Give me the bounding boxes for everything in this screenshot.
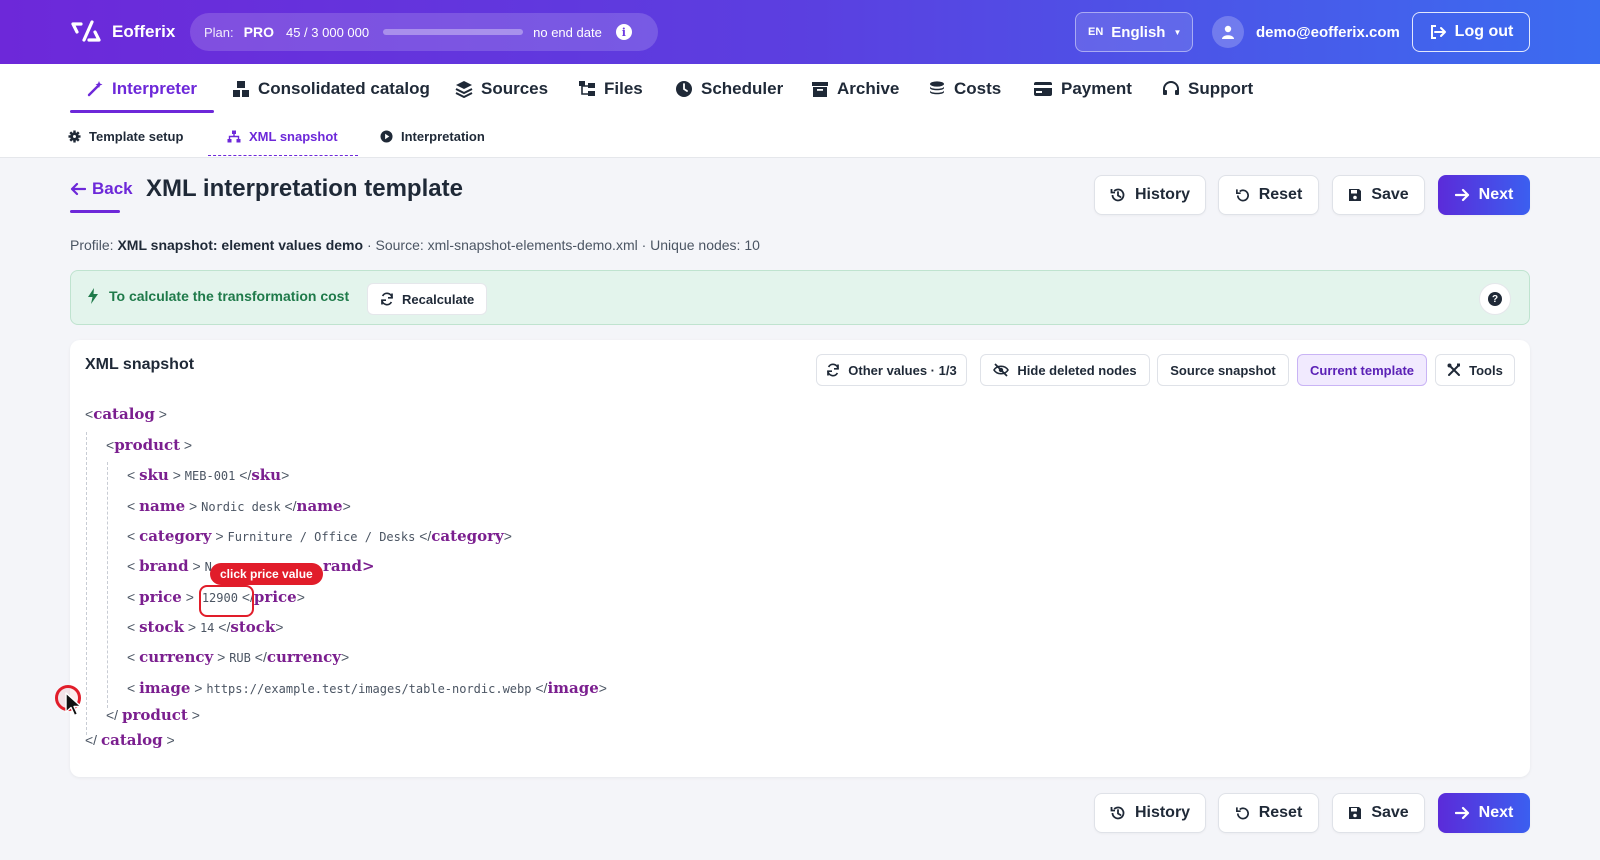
xml-node-brand[interactable]: < brand > N bbox=[127, 557, 212, 575]
xml-node-catalog-open[interactable]: < catalog > bbox=[85, 405, 167, 423]
xml-node-currency[interactable]: < currency > RUB </currency > bbox=[127, 648, 349, 666]
xml-tag: price bbox=[139, 588, 182, 606]
mouse-pointer-icon bbox=[65, 692, 82, 717]
price-value-highlight bbox=[199, 585, 254, 617]
indent-guide bbox=[107, 462, 108, 708]
xml-tag: sku bbox=[139, 466, 169, 484]
arrow-right-icon bbox=[1454, 806, 1469, 820]
xml-node-brand-close: rand> bbox=[323, 557, 375, 575]
xml-node-product-close[interactable]: </ product > bbox=[106, 706, 200, 724]
xml-node-product-open[interactable]: < product > bbox=[106, 436, 192, 454]
xml-tag: catalog bbox=[100, 731, 163, 749]
xml-node-category[interactable]: < category > Furniture / Office / Desks … bbox=[127, 527, 512, 545]
xml-tag: category bbox=[431, 527, 504, 545]
xml-tag: currency bbox=[139, 648, 214, 666]
click-hint-tooltip: click price value bbox=[210, 563, 323, 585]
xml-tag-fragment: rand> bbox=[323, 557, 375, 575]
xml-value[interactable]: Furniture / Office / Desks bbox=[227, 530, 415, 544]
xml-tag: brand bbox=[139, 557, 189, 575]
indent-guide bbox=[86, 432, 87, 735]
reset-button-bottom[interactable]: Reset bbox=[1218, 793, 1319, 833]
xml-tree: < catalog > < product > < sku > MEB-001 </… bbox=[0, 0, 1600, 860]
history-label: History bbox=[1134, 804, 1191, 821]
xml-value[interactable]: Nordic desk bbox=[201, 500, 280, 514]
reset-icon bbox=[1235, 806, 1249, 819]
save-label: Save bbox=[1371, 804, 1409, 821]
xml-value[interactable]: MEB-001 bbox=[185, 469, 236, 483]
xml-tag: name bbox=[139, 497, 186, 515]
xml-value[interactable]: 14 bbox=[200, 621, 214, 635]
reset-label: Reset bbox=[1258, 804, 1303, 821]
next-label: Next bbox=[1478, 804, 1514, 821]
next-button-bottom[interactable]: Next bbox=[1438, 793, 1530, 833]
xml-tag: image bbox=[547, 679, 599, 697]
xml-tag: name bbox=[296, 497, 343, 515]
xml-tag: stock bbox=[230, 618, 276, 636]
xml-tag: sku bbox=[251, 466, 282, 484]
save-icon bbox=[1349, 807, 1362, 819]
xml-node-sku[interactable]: < sku > MEB-001 </sku > bbox=[127, 466, 289, 484]
xml-tag: price bbox=[253, 588, 297, 606]
xml-node-name[interactable]: < name > Nordic desk </name > bbox=[127, 497, 351, 515]
xml-tag: category bbox=[139, 527, 212, 545]
xml-value[interactable]: https://example.test/images/table-nordic… bbox=[206, 682, 531, 696]
history-icon bbox=[1110, 806, 1125, 820]
xml-tag: image bbox=[139, 679, 191, 697]
history-button-bottom[interactable]: History bbox=[1094, 793, 1206, 833]
xml-value[interactable]: RUB bbox=[229, 651, 251, 665]
save-button-bottom[interactable]: Save bbox=[1332, 793, 1425, 833]
xml-tag: catalog bbox=[93, 405, 155, 423]
xml-node-catalog-close[interactable]: </ catalog > bbox=[85, 731, 175, 749]
xml-node-image[interactable]: < image > https://example.test/images/ta… bbox=[127, 679, 607, 697]
xml-tag: currency bbox=[266, 648, 342, 666]
xml-tag: product bbox=[114, 436, 181, 454]
xml-tag: product bbox=[121, 706, 188, 724]
xml-tag: stock bbox=[139, 618, 184, 636]
xml-node-stock[interactable]: < stock > 14 </stock > bbox=[127, 618, 283, 636]
